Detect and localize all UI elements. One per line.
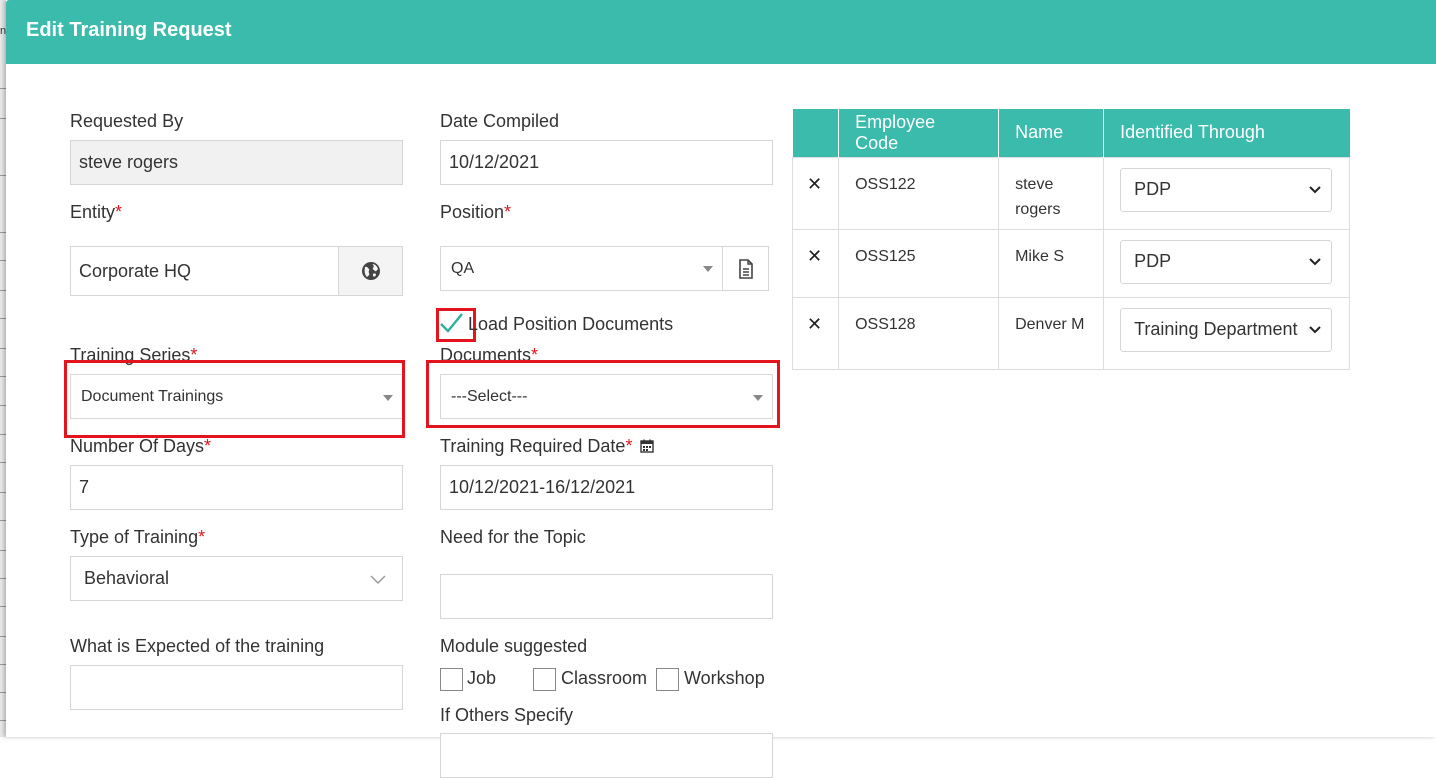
module-classroom-label: Classroom [561, 668, 648, 688]
requested-by-field: steve rogers [70, 140, 403, 185]
required-asterisk: * [115, 202, 123, 222]
position-documents-button[interactable] [722, 246, 769, 291]
module-workshop-label: Workshop [684, 668, 765, 688]
chevron-down-icon [1309, 185, 1321, 193]
if-others-specify-label: If Others Specify [440, 705, 574, 725]
identified-through-value: PDP [1134, 251, 1172, 271]
date-compiled-field[interactable]: 10/12/2021 [440, 140, 773, 185]
load-position-documents-label: Load Position Documents [468, 314, 674, 334]
position-select[interactable]: QA [440, 246, 723, 291]
requested-by-label: Requested By [70, 111, 184, 131]
training-required-date-input[interactable]: 10/12/2021-16/12/2021 [440, 465, 773, 510]
modal-title: Edit Training Request [26, 19, 232, 41]
table-row: ✕ OSS125 Mike S PDP [791, 228, 1350, 298]
if-others-specify-input[interactable] [440, 733, 773, 778]
remove-row-button[interactable]: ✕ [791, 296, 840, 370]
employee-code-cell: OSS122 [838, 156, 1000, 230]
table-row: ✕ OSS122 steve rogers PDP [791, 156, 1350, 230]
employee-table: Employee Code Name Identified Through ✕ … [791, 109, 1350, 370]
employee-name-cell: steve rogers [998, 156, 1105, 230]
training-required-date-label: Training Required Date* [440, 436, 655, 457]
module-classroom-checkbox[interactable] [533, 668, 556, 691]
highlight-box [426, 360, 780, 428]
remove-row-button[interactable]: ✕ [791, 156, 840, 230]
date-compiled-label: Date Compiled [440, 111, 560, 131]
identified-through-select[interactable]: PDP [1120, 167, 1333, 212]
employee-code-cell: OSS125 [838, 228, 1000, 298]
close-icon: ✕ [807, 313, 823, 334]
module-job-checkbox[interactable] [440, 668, 463, 691]
calendar-icon [640, 439, 655, 453]
module-suggested-label: Module suggested [440, 636, 588, 656]
expected-of-training-input[interactable] [70, 665, 403, 710]
required-asterisk: * [504, 202, 512, 222]
type-of-training-label: Type of Training* [70, 527, 206, 547]
need-for-topic-label: Need for the Topic [440, 527, 586, 547]
table-header-action [792, 109, 840, 157]
identified-through-value: PDP [1134, 179, 1172, 199]
identified-through-value: Training Department [1134, 319, 1298, 339]
identified-through-select[interactable]: Training Department [1120, 307, 1333, 352]
entity-label: Entity* [70, 202, 123, 222]
identified-through-cell: PDP [1103, 228, 1350, 298]
table-header-identified-through: Identified Through [1103, 109, 1350, 157]
edit-training-request-modal: Edit Training Request Requested By steve… [6, 0, 1436, 778]
highlight-box [64, 360, 405, 438]
table-header-name: Name [998, 109, 1105, 157]
identified-through-cell: Training Department [1103, 296, 1350, 370]
identified-through-cell: PDP [1103, 156, 1350, 230]
need-for-topic-input[interactable] [440, 574, 773, 619]
table-header-row: Employee Code Name Identified Through [792, 109, 1350, 157]
required-asterisk: * [625, 436, 633, 456]
number-of-days-input[interactable]: 7 [70, 465, 403, 510]
entity-picker-button[interactable] [338, 246, 403, 296]
table-row: ✕ OSS128 Denver M Training Department [791, 296, 1350, 370]
type-of-training-select[interactable]: Behavioral [70, 556, 403, 601]
expected-of-training-label: What is Expected of the training [70, 636, 325, 656]
document-icon [738, 258, 753, 279]
identified-through-select[interactable]: PDP [1120, 239, 1333, 284]
chevron-down-icon [1309, 257, 1321, 265]
type-of-training-value: Behavioral [84, 568, 170, 588]
required-asterisk: * [198, 527, 206, 547]
close-icon: ✕ [807, 173, 823, 194]
remove-row-button[interactable]: ✕ [791, 228, 840, 298]
module-job-label: Job [467, 668, 497, 688]
position-label: Position* [440, 202, 512, 222]
position-select-value: QA [451, 259, 475, 277]
close-icon: ✕ [807, 245, 823, 266]
table-header-employee-code: Employee Code [838, 109, 1000, 157]
required-asterisk: * [204, 436, 212, 456]
modal-header: Edit Training Request [6, 0, 1436, 64]
entity-input[interactable]: Corporate HQ [70, 246, 339, 296]
globe-icon [361, 262, 380, 280]
chevron-down-icon [370, 575, 386, 584]
module-workshop-checkbox[interactable] [656, 668, 679, 691]
chevron-down-icon [1309, 325, 1321, 333]
employee-name-cell: Denver M [998, 296, 1105, 370]
number-of-days-label: Number Of Days* [70, 436, 212, 456]
employee-name-cell: Mike S [998, 228, 1105, 298]
employee-code-cell: OSS128 [838, 296, 1000, 370]
caret-down-icon [703, 266, 713, 272]
